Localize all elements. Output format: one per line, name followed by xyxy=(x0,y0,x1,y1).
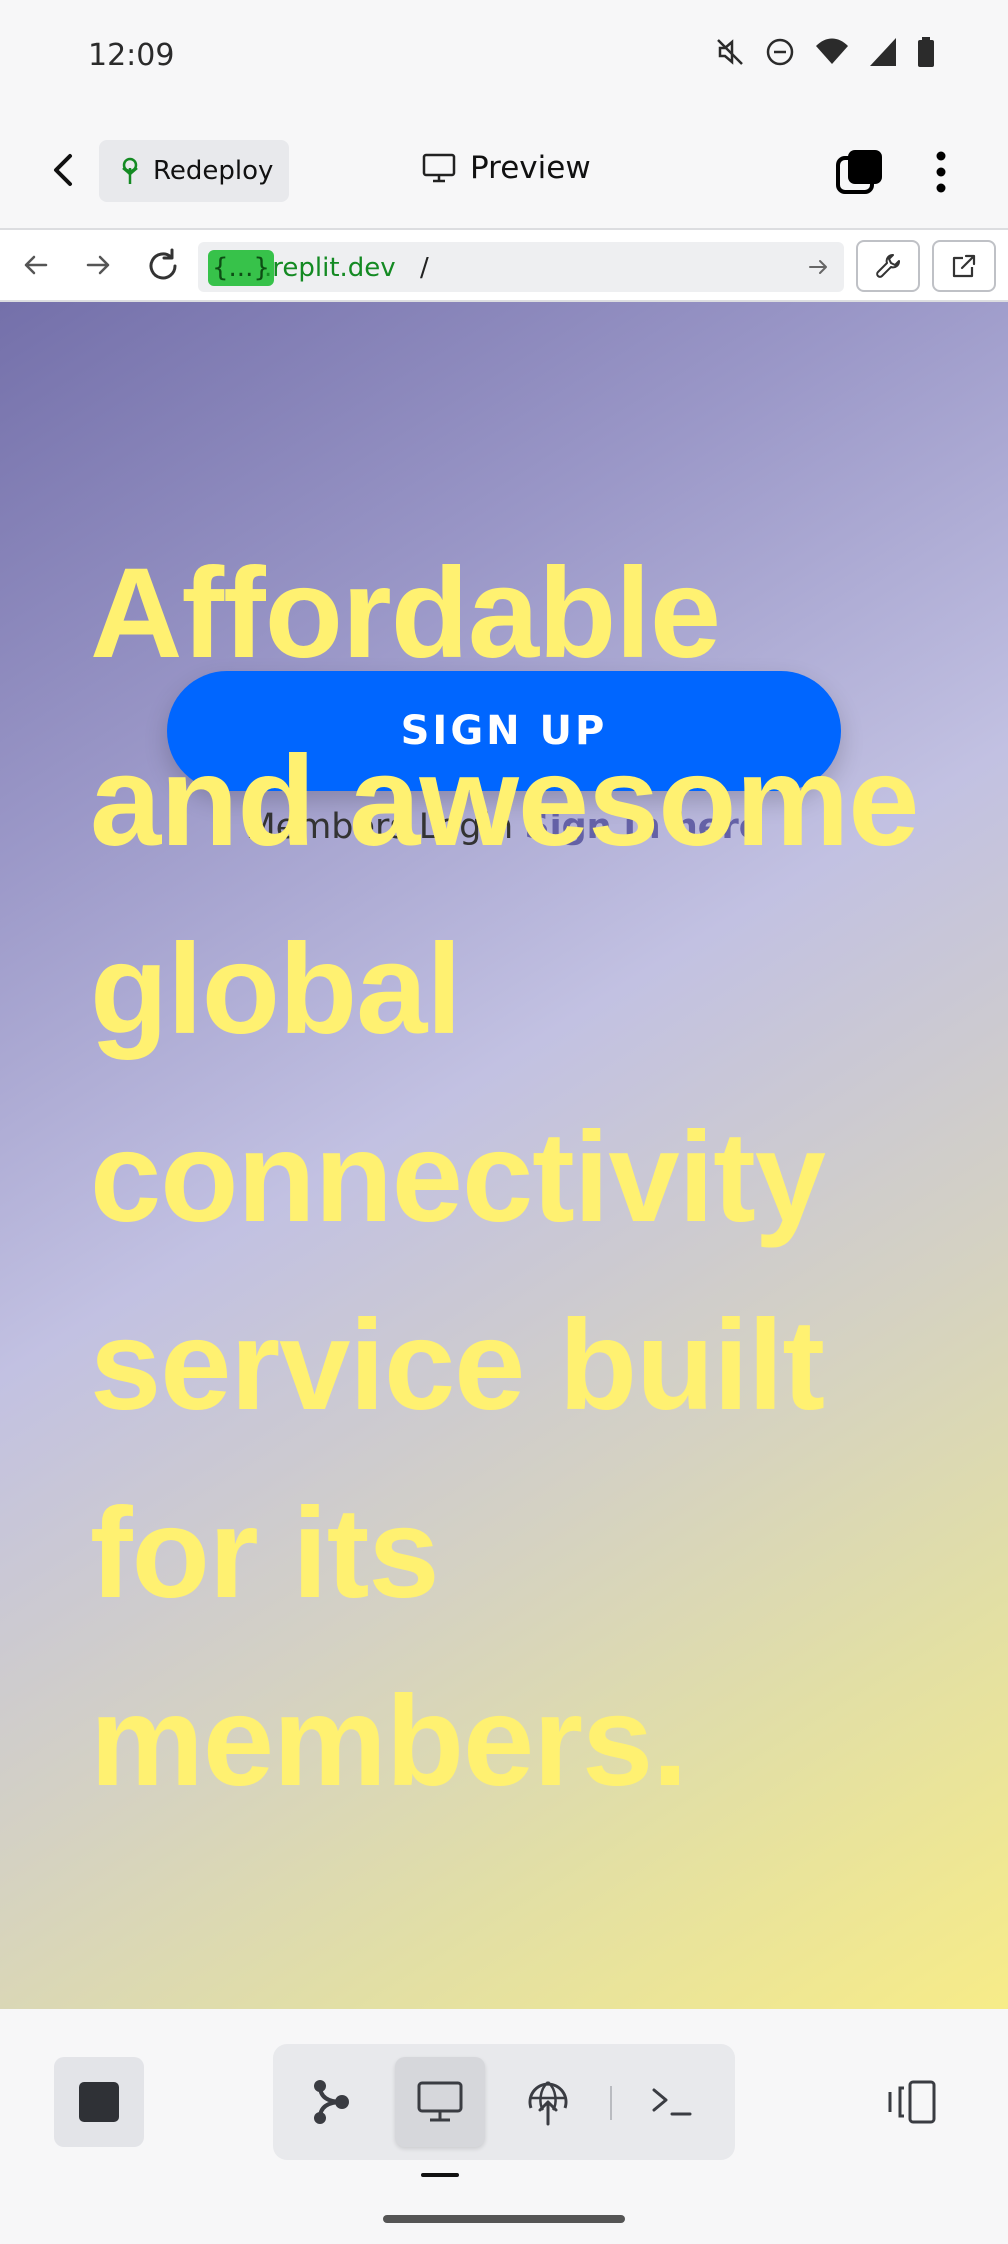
tabs-button[interactable] xyxy=(836,148,884,201)
arrow-right-icon xyxy=(86,255,110,275)
back-arrow-icon xyxy=(54,154,72,186)
monitor-icon xyxy=(417,2081,463,2122)
globe-upload-icon xyxy=(528,2081,568,2126)
back-button[interactable] xyxy=(40,146,88,194)
terminal-icon xyxy=(652,2088,692,2116)
git-tab[interactable] xyxy=(287,2057,377,2147)
battery-icon xyxy=(918,37,934,67)
arrow-go-icon[interactable] xyxy=(806,255,830,279)
open-new-tab-button[interactable] xyxy=(932,240,996,292)
more-button[interactable] xyxy=(926,148,956,201)
external-link-icon xyxy=(952,254,976,278)
view-switcher xyxy=(273,2044,735,2160)
monitor-icon xyxy=(422,153,456,183)
layout-button[interactable] xyxy=(876,2057,946,2147)
arrow-left-icon xyxy=(24,255,48,275)
dnd-icon xyxy=(766,38,794,66)
stop-button[interactable] xyxy=(54,2057,144,2147)
gesture-bar[interactable] xyxy=(383,2215,625,2223)
status-time: 12:09 xyxy=(88,38,175,73)
redeploy-button[interactable]: Redeploy xyxy=(99,140,289,202)
segment-divider xyxy=(610,2086,612,2120)
deploy-tab[interactable] xyxy=(503,2057,593,2147)
preview-tab[interactable] xyxy=(395,2057,485,2147)
wifi-icon xyxy=(816,38,848,64)
sprout-icon xyxy=(122,157,138,184)
git-graph-icon xyxy=(314,2080,349,2124)
mute-icon xyxy=(717,39,743,65)
devtools-button[interactable] xyxy=(856,240,920,292)
preview-title: Preview xyxy=(422,150,591,186)
status-bar: 12:09 xyxy=(0,0,1008,112)
status-icons xyxy=(714,36,936,68)
hero-headline: Affordable and awesome global connectivi… xyxy=(90,542,919,1813)
reload-button[interactable] xyxy=(144,247,182,290)
url-field[interactable]: {...} .replit.dev / xyxy=(198,242,844,292)
wrench-icon xyxy=(876,254,900,278)
url-path: / xyxy=(420,253,429,283)
app-bar: Redeploy Preview xyxy=(0,112,1008,228)
browser-forward-button[interactable] xyxy=(80,247,116,288)
stop-icon xyxy=(79,2082,119,2122)
browser-back-button[interactable] xyxy=(18,247,54,288)
webview: SIGN UP Members Login Sign in here Affor… xyxy=(0,302,1008,2009)
tabs-icon xyxy=(836,150,882,194)
reload-icon xyxy=(149,248,177,280)
more-vert-icon xyxy=(936,151,946,193)
signal-icon xyxy=(870,38,896,66)
bottom-toolbar xyxy=(0,2009,1008,2244)
preview-label: Preview xyxy=(470,150,591,186)
url-bar: {...} .replit.dev / xyxy=(0,228,1008,302)
panel-layout-icon xyxy=(888,2080,936,2124)
shell-tab[interactable] xyxy=(627,2057,717,2147)
active-tab-indicator xyxy=(421,2173,459,2177)
redeploy-label: Redeploy xyxy=(153,156,274,186)
url-domain: .replit.dev xyxy=(264,253,396,283)
